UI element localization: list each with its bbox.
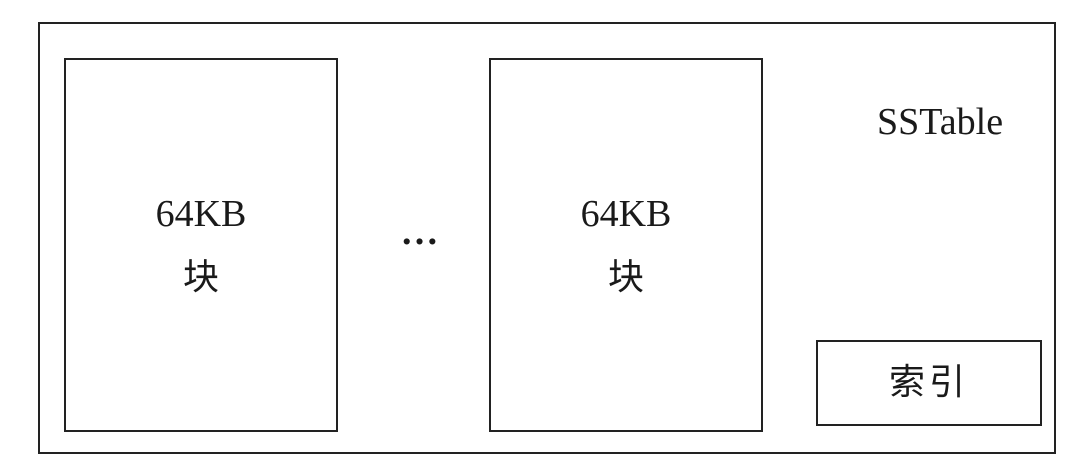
sstable-label: SSTable	[876, 101, 1004, 143]
block-unit-label: 块	[182, 257, 219, 298]
block-size-label: 64KB	[155, 193, 247, 235]
block-unit-label: 块	[607, 257, 644, 298]
ellipsis: …	[400, 211, 440, 253]
data-block: 64KB 块	[64, 58, 338, 432]
block-size-label: 64KB	[580, 193, 672, 235]
index-block: 索引	[816, 340, 1042, 426]
index-label: 索引	[888, 362, 969, 403]
data-block: 64KB 块	[489, 58, 763, 432]
